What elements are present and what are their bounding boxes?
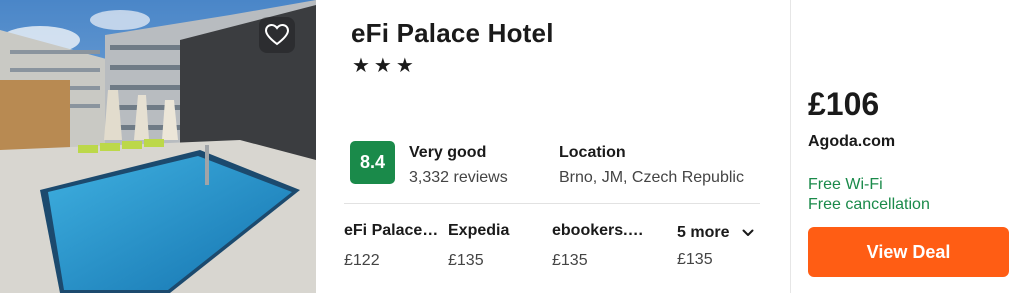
provider-ebookers[interactable]: ebookers.… £135: [552, 222, 644, 270]
provider-price: £122: [344, 252, 380, 269]
provider-name: eFi Palace…: [344, 222, 439, 239]
favorite-button[interactable]: [259, 17, 295, 53]
provider-expedia[interactable]: Expedia £135: [448, 222, 509, 270]
location-label: Location: [559, 144, 626, 161]
view-deal-button[interactable]: View Deal: [808, 227, 1009, 277]
deal-price: £106: [808, 86, 880, 122]
provider-name: Expedia: [448, 222, 510, 239]
provider-efi-palace[interactable]: eFi Palace… £122: [344, 222, 438, 270]
provider-price: £135: [448, 252, 484, 269]
hotel-name[interactable]: eFi Palace Hotel: [351, 18, 554, 49]
location-value: Brno, JM, Czech Republic: [559, 169, 744, 186]
divider: [344, 203, 760, 204]
star-rating: ★★★: [352, 55, 418, 77]
deal-panel: £106 Agoda.com Free Wi-Fi Free cancellat…: [790, 0, 1024, 293]
provider-name: ebookers.…: [552, 222, 644, 239]
hotel-photo[interactable]: [0, 0, 316, 293]
chevron-down-icon: [742, 229, 754, 236]
deal-site: Agoda.com: [808, 133, 896, 150]
hotel-result-card: eFi Palace Hotel ★★★ 8.4 Very good 3,332…: [0, 0, 1024, 293]
heart-icon: [265, 24, 289, 46]
hotel-info: eFi Palace Hotel ★★★ 8.4 Very good 3,332…: [316, 0, 790, 293]
feature-free-cancellation: Free cancellation: [808, 196, 930, 213]
rating-word: Very good: [409, 144, 487, 161]
more-providers-price: £135: [677, 251, 713, 268]
more-providers-button[interactable]: 5 more £135: [677, 224, 754, 269]
provider-price: £135: [552, 252, 588, 269]
review-score-badge: 8.4: [350, 141, 395, 184]
review-count: 3,332 reviews: [409, 169, 508, 186]
more-providers-label: 5 more: [677, 224, 730, 241]
feature-free-wifi: Free Wi-Fi: [808, 176, 883, 193]
